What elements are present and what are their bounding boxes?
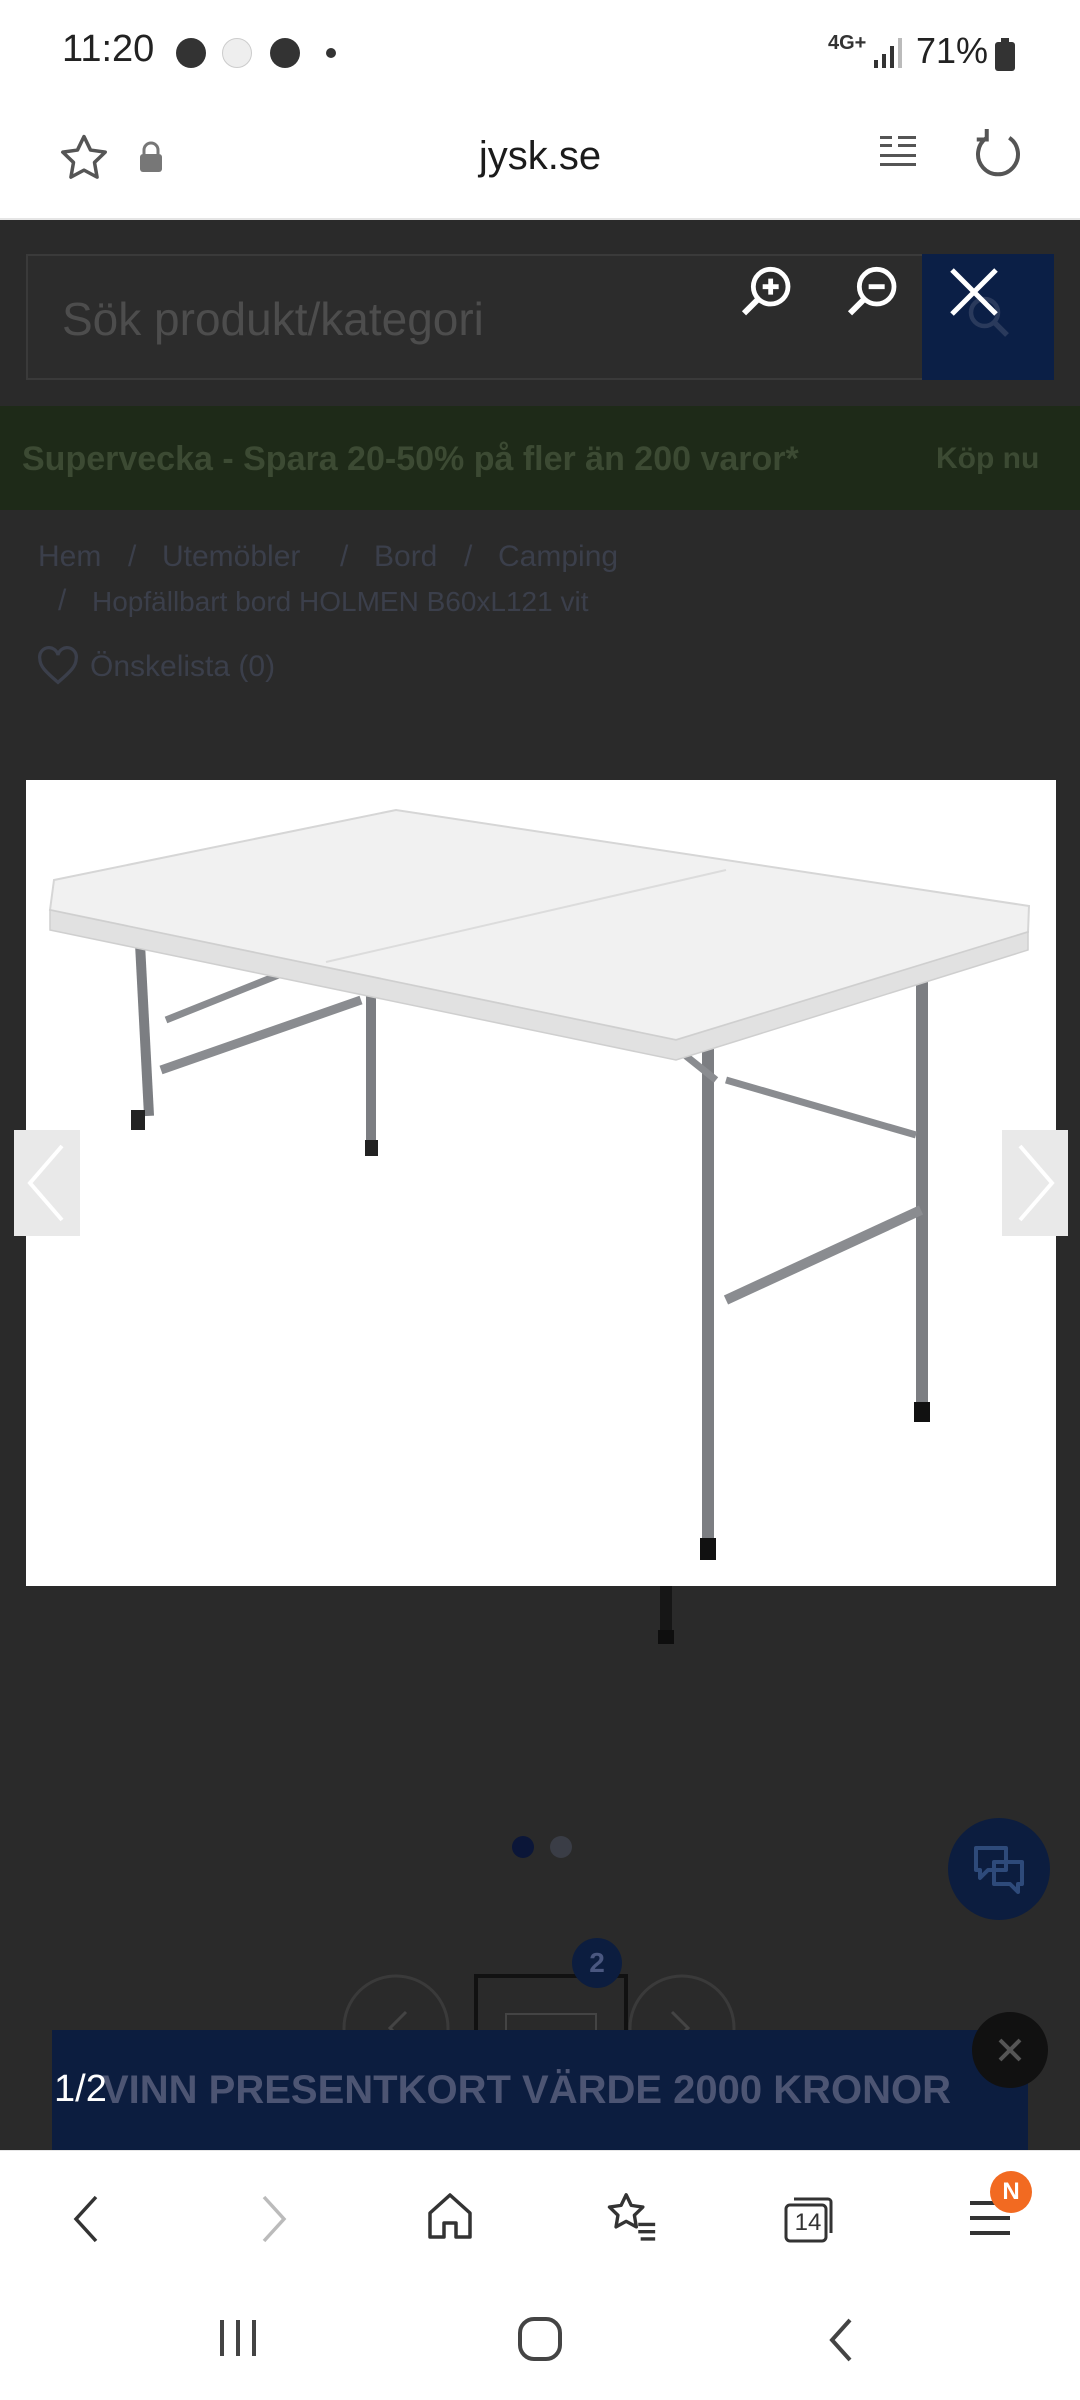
contest-banner[interactable]: VINN PRESENTKORT VÄRDE 2000 KRONOR: [52, 2030, 1028, 2150]
breadcrumb-product: Hopfällbart bord HOLMEN B60xL121 vit: [92, 586, 589, 617]
bookmarks-icon[interactable]: [602, 2187, 660, 2245]
browser-bottom-bar: 14 N: [0, 2150, 1080, 2276]
android-nav-bar: [0, 2276, 1080, 2400]
chrome-notification-icon-2: [270, 38, 300, 68]
product-image-viewer[interactable]: [26, 780, 1056, 1586]
home-button-icon[interactable]: [516, 2316, 564, 2362]
chat-icon: [974, 1846, 1024, 1894]
system-back-icon[interactable]: [820, 2316, 864, 2364]
signal-icon: [874, 38, 902, 68]
reader-mode-icon[interactable]: [876, 130, 922, 180]
heart-icon: [38, 646, 78, 685]
browser-top-bar: jysk.se: [0, 104, 1080, 220]
tabs-count: 14: [794, 2209, 822, 2236]
chrome-notification-icon: [176, 38, 206, 68]
breadcrumb-separator: /: [340, 540, 349, 573]
contest-banner-text: VINN PRESENTKORT VÄRDE 2000 KRONOR: [102, 2068, 952, 2112]
battery-icon: [995, 38, 1015, 71]
menu-notification-badge: N: [990, 2171, 1032, 2213]
breadcrumb-tables[interactable]: Bord: [374, 540, 437, 574]
close-icon: [998, 2038, 1022, 2062]
wishlist-label: Önskelista (0): [90, 650, 276, 683]
reload-icon[interactable]: [968, 124, 1028, 184]
chat-button[interactable]: [948, 1818, 1050, 1920]
search-placeholder: Sök produkt/kategori: [62, 293, 484, 345]
breadcrumb-separator: /: [58, 584, 67, 617]
breadcrumb-separator: /: [128, 540, 137, 573]
breadcrumb-home[interactable]: Hem: [38, 540, 101, 574]
carousel-dot[interactable]: [550, 1836, 572, 1858]
home-icon[interactable]: [424, 2189, 476, 2243]
promo-bar[interactable]: Supervecka - Spara 20-50% på fler än 200…: [0, 406, 1080, 510]
promo-text: Supervecka - Spara 20-50% på fler än 200…: [22, 440, 799, 478]
banner-close-button[interactable]: [972, 2012, 1048, 2088]
network-type: 4G+: [828, 32, 867, 54]
viewer-close-icon[interactable]: [944, 262, 1004, 322]
breadcrumb-camping[interactable]: Camping: [498, 540, 618, 574]
wikipedia-notification-icon: [222, 38, 252, 68]
breadcrumb-outdoor-furniture[interactable]: Utemöbler: [162, 540, 300, 574]
recent-apps-icon[interactable]: [216, 2318, 260, 2358]
viewer-prev-button[interactable]: [14, 1130, 80, 1236]
back-icon[interactable]: [64, 2191, 112, 2247]
zoom-out-icon[interactable]: [842, 260, 906, 324]
status-bar: 11:20 4G+ 71%: [0, 0, 1080, 104]
image-counter: 1/2: [54, 2068, 107, 2110]
thumbnail-count-badge: 2: [572, 1938, 622, 1988]
viewer-next-button[interactable]: [1002, 1130, 1068, 1236]
more-notifications-dot-icon: [326, 48, 336, 58]
status-time: 11:20: [62, 28, 155, 70]
breadcrumb-separator: /: [464, 540, 473, 573]
carousel-dot-active[interactable]: [512, 1836, 534, 1858]
forward-icon[interactable]: [248, 2191, 296, 2247]
chevron-right-icon: [1018, 1144, 1055, 1222]
zoom-in-icon[interactable]: [736, 260, 800, 324]
battery-percent: 71%: [916, 30, 989, 71]
folding-table-image: [48, 808, 1031, 1560]
chevron-left-icon: [27, 1144, 64, 1222]
promo-link[interactable]: Köp nu: [936, 442, 1039, 476]
